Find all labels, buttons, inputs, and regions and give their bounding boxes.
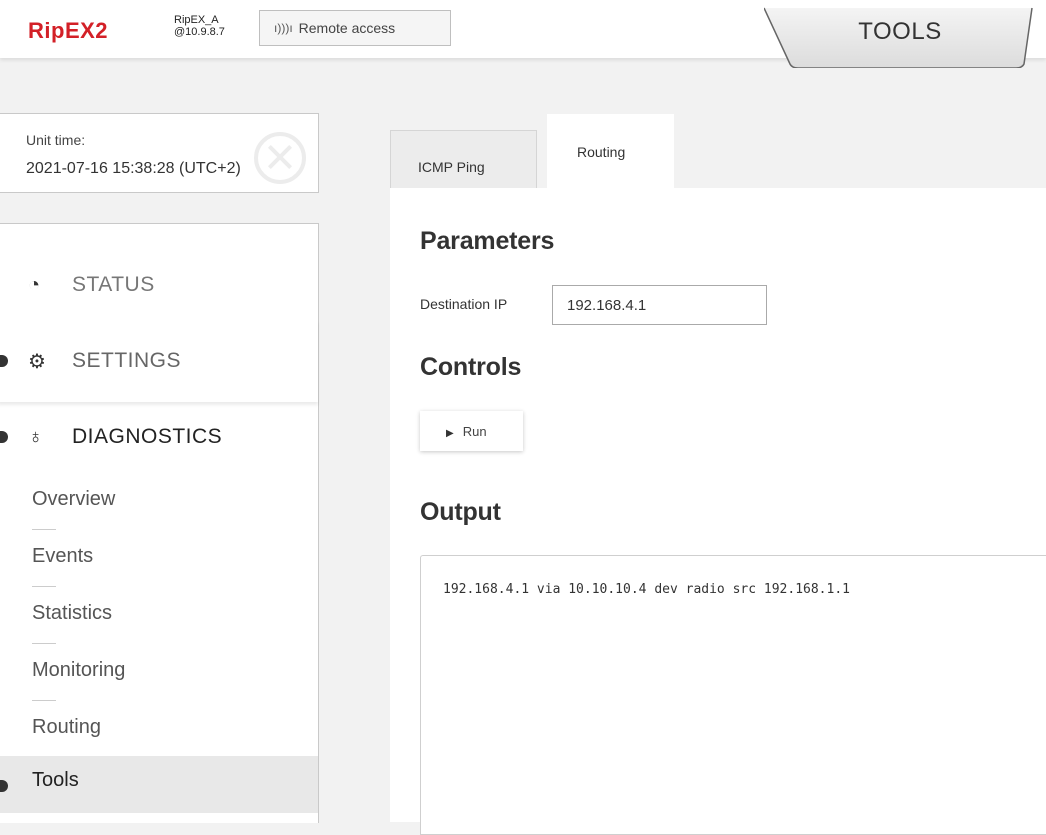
sidebar-item-diagnostics[interactable]: ♁ DIAGNOSTICS — [0, 396, 318, 478]
expand-bullet-icon — [0, 355, 8, 367]
play-icon: ▶ — [446, 427, 454, 439]
unit-time-label: Unit time: — [26, 132, 86, 148]
sidebar-subitem-routing[interactable]: Routing — [0, 703, 318, 760]
run-label: Run — [462, 423, 487, 439]
sidebar-subitem-monitoring[interactable]: Monitoring — [0, 646, 318, 703]
destination-ip-input[interactable] — [552, 285, 767, 325]
divider — [32, 586, 56, 587]
ripex-logo: RipEX2 — [28, 18, 109, 43]
output-text: 192.168.4.1 via 10.10.10.4 dev radio src… — [443, 582, 850, 597]
gauge-icon: ◔ — [28, 273, 41, 296]
unit-time-panel: Unit time: 2021-07-16 15:38:28 (UTC+2) — [0, 113, 319, 193]
sidebar-subitem-tools[interactable]: Tools — [0, 756, 318, 813]
output-area[interactable]: 192.168.4.1 via 10.10.10.4 dev radio src… — [420, 555, 1046, 835]
sidebar: ◔ STATUS ⚙ SETTINGS ♁ DIAGNOSTICS Overvi… — [0, 223, 319, 823]
run-button[interactable]: ▶ Run — [420, 411, 523, 451]
controls-heading: Controls — [420, 353, 522, 381]
sidebar-subitem-label: Routing — [32, 716, 101, 738]
divider — [32, 529, 56, 530]
sidebar-subitem-overview[interactable]: Overview — [0, 475, 318, 532]
tab-routing[interactable]: Routing — [547, 114, 674, 189]
sidebar-subitem-label: Statistics — [32, 602, 113, 624]
sidebar-item-status[interactable]: ◔ STATUS — [0, 244, 318, 326]
sidebar-subitem-events[interactable]: Events — [0, 532, 318, 589]
sidebar-subitem-label: Monitoring — [32, 659, 126, 681]
sidebar-subitem-label: Tools — [32, 769, 79, 791]
divider — [32, 700, 56, 701]
antenna-icon: ı)))ı — [274, 21, 293, 35]
active-bullet-icon — [0, 780, 8, 792]
section-title: TOOLS — [858, 18, 942, 45]
sidebar-subitem-label: Overview — [32, 488, 116, 510]
parameters-heading: Parameters — [420, 227, 555, 255]
gears-icon: ⚙ — [28, 350, 47, 373]
unit-time-value: 2021-07-16 15:38:28 (UTC+2) — [26, 160, 241, 177]
sidebar-item-label: SETTINGS — [72, 349, 182, 372]
sidebar-item-label: DIAGNOSTICS — [72, 425, 223, 448]
expand-bullet-icon — [0, 431, 8, 443]
output-heading: Output — [420, 498, 501, 526]
tab-icmp-ping[interactable]: ICMP Ping — [390, 130, 537, 188]
stethoscope-icon: ♁ — [28, 425, 44, 448]
sidebar-subitem-label: Events — [32, 545, 94, 567]
unit-ip: @10.9.8.7 — [174, 26, 225, 38]
destination-ip-label: Destination IP — [420, 296, 508, 312]
divider — [32, 643, 56, 644]
unit-name: RipEX_A — [174, 14, 219, 26]
sidebar-subitem-statistics[interactable]: Statistics — [0, 589, 318, 646]
remote-access-label: Remote access — [298, 20, 396, 36]
sidebar-item-settings[interactable]: ⚙ SETTINGS — [0, 320, 318, 402]
sidebar-item-label: STATUS — [72, 273, 155, 296]
section-tab-tools[interactable]: TOOLS — [764, 0, 1036, 68]
close-icon — [254, 132, 306, 184]
remote-access-button[interactable]: ı)))ı Remote access — [259, 10, 451, 46]
